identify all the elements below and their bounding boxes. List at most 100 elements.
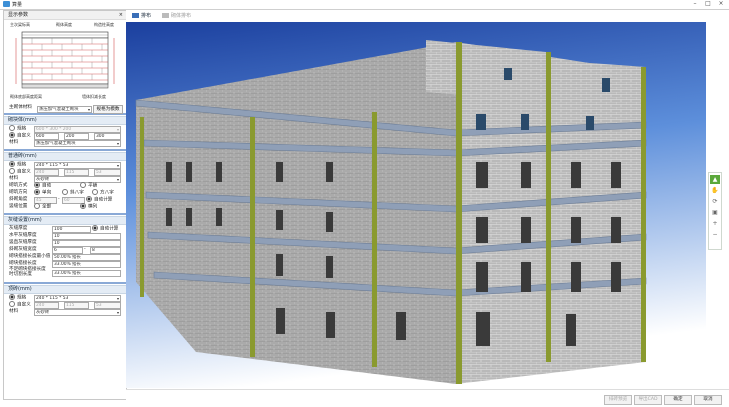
pan-icon[interactable]: ✋ [710,186,720,195]
dir-diag-label: 斜八字 [70,190,84,196]
rotate-icon[interactable]: ⟳ [710,197,720,206]
export-cad-button[interactable]: 导出CAD [634,395,662,405]
masonry-material-select[interactable]: 蒸压加气混凝土砌块 [34,140,121,147]
brick-custom-label: 自定义 [17,169,31,175]
brick-angle-label: 斜砌角度 [9,197,28,202]
tab-layout[interactable]: 排布 [132,12,151,20]
layer-all-radio[interactable] [34,203,40,209]
brick-angle-row: 斜砌角度 45 - 60 自动计算 [9,196,113,204]
top-material-label: 材料 [9,309,19,314]
angle-auto-checkbox[interactable] [86,196,92,202]
mortar-thickness-label: 灰缝厚度 [9,226,28,231]
masonry-section-header[interactable]: 砌块体(mm) [4,116,126,125]
top-custom-radio[interactable] [9,301,15,307]
masonry-custom-row: 自定义 600 200 300 [4,132,126,140]
layer-all-label: 全部 [42,204,52,210]
brick-layer-row: 竖缝位置 全部 横列 [4,203,126,210]
dir-single-radio[interactable] [34,189,40,195]
brick-direction-row: 砌筑方向 单向 斜八字 方八字 [4,189,126,196]
window-title: 算量 [12,2,23,8]
3d-viewport[interactable] [126,22,706,388]
dir-single-label: 单向 [42,190,52,196]
masonry-spec-label: 规格 [17,126,27,132]
fit-icon[interactable]: ▣ [710,208,720,217]
panel-close-icon[interactable]: × [119,11,123,19]
zoom-out-icon[interactable]: − [710,230,720,239]
masonry-material-row: 材料 蒸压加气混凝土砌块 [4,139,126,147]
brick-material-row: 材料 灰砂砖 [4,175,126,183]
masonry-spec-row: 规格 600 * 300 * 200 [4,125,126,133]
mortar-auto-label: 自动计算 [100,226,119,232]
brick-custom-radio[interactable] [9,168,15,174]
main-material-row: 主砌体材料 蒸压加气混凝土砌块 规格为模数 [4,104,126,114]
divider [4,282,126,284]
maximize-icon[interactable]: □ [703,0,713,8]
diagram-label-top-left: 主次梁标高 [10,22,30,27]
dialog-footer: 排砖预览 导出CAD 确定 取消 [126,389,729,407]
mortar-auto-checkbox[interactable] [92,225,98,231]
cut-length-input[interactable]: 33.00% 搭长 [52,270,121,277]
brick-mode-row: 砌筑方式 自动 平铺 [4,182,126,189]
top-brick-section-header[interactable]: 顶砖(mm) [4,285,126,294]
tab-layout-label: 排布 [141,13,152,19]
brick-section-header[interactable]: 普通砖(mm) [4,152,126,161]
layer-row-radio[interactable] [80,203,86,209]
view-tools: ▲ ✋ ⟳ ▣ + − [708,172,722,250]
overlap-min-label: 砌块搭接长度最小值 [9,254,51,259]
mode-auto-label: 自动 [42,183,52,189]
masonry-spec-radio[interactable] [9,125,15,131]
brick-layer-label: 竖缝位置 [9,204,28,209]
dir-diag-radio[interactable] [62,189,68,195]
title-bar: 算量 – □ × [0,0,729,10]
minimize-icon[interactable]: – [690,0,700,8]
dir-square-radio[interactable] [92,189,98,195]
top-spec-radio[interactable] [9,294,15,300]
panel-title: 显示参数 [8,12,29,18]
brick-direction-label: 砌筑方向 [9,190,28,195]
masonry-material-label: 材料 [9,140,19,145]
top-material-select[interactable]: 灰砂砖 [34,309,121,316]
mortar-row-1: 水平灰缝厚度 10 [4,232,126,240]
select-icon[interactable]: ▲ [710,175,720,184]
diagram-label-top-center: 砌体高度 [56,22,72,27]
brick-spec-row: 规格 240 * 115 * 53 [4,161,126,169]
mortar-vertical-label: 竖直灰缝厚度 [9,240,37,245]
diagram-label-top-right: 构造柱高度 [94,22,114,27]
top-material-row: 材料 灰砂砖 [4,308,126,316]
preview-button[interactable]: 排砖预览 [604,395,632,405]
tab-masonry-layout-label: 砌体排布 [171,13,192,19]
overlap-length-label: 砌块搭接长度 [9,261,37,266]
main-material-select[interactable]: 蒸压加气混凝土砌块 [37,106,92,113]
building-render [126,22,706,388]
mortar-row-6: 不足砌块搭接长度时切割长度 33.00% 搭长 [4,267,121,278]
mortar-section-header[interactable]: 灰缝设置(mm) [4,216,126,225]
brick-material-label: 材料 [9,176,19,181]
tab-masonry-layout[interactable]: 砌体排布 [162,12,191,20]
grid-icon [162,13,169,18]
view-toolbar: 排布 砌体排布 [126,10,729,22]
mode-auto-radio[interactable] [34,182,40,188]
divider [4,213,126,215]
ok-button[interactable]: 确定 [664,395,692,405]
mortar-row-4: 砌块搭接长度最小值 50.00% 搭长 [4,253,126,261]
mortar-diag-label: 斜砌灰缝宽度 [9,247,37,252]
mode-flat-radio[interactable] [80,182,86,188]
panel-header: 显示参数 × [4,11,126,20]
top-spec-label: 规格 [17,295,27,301]
mortar-row-3: 斜砌灰缝宽度 6 - 8 [4,246,126,254]
close-window-icon[interactable]: × [716,0,726,8]
angle-auto-label: 自动计算 [94,197,113,203]
wall-diagram-svg [15,31,115,89]
brick-spec-radio[interactable] [9,161,15,167]
masonry-custom-label: 自定义 [17,133,31,139]
brick-mode-label: 砌筑方式 [9,183,28,188]
mode-flat-label: 平铺 [88,183,98,189]
main-material-label: 主砌体材料 [9,105,32,110]
spec-modulus-button[interactable]: 规格为模数 [93,105,123,114]
overlap-length-input[interactable]: 33.00% 搭长 [52,261,121,268]
diagram-label-bottom-right: 墙体扣减长度 [82,94,106,99]
top-custom-label: 自定义 [17,302,31,308]
zoom-in-icon[interactable]: + [710,219,720,228]
masonry-custom-radio[interactable] [9,132,15,138]
cancel-button[interactable]: 取消 [694,395,722,405]
